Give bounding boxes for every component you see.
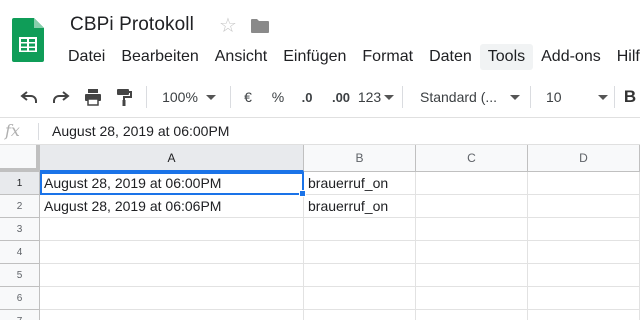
increase-decimal-button[interactable]: .00	[326, 76, 356, 118]
menu-add-ons[interactable]: Add-ons	[533, 44, 609, 70]
menu-format[interactable]: Format	[354, 44, 421, 70]
print-icon[interactable]	[80, 76, 106, 118]
menu-tools[interactable]: Tools	[479, 44, 534, 70]
percent-format-button[interactable]: %	[268, 76, 288, 118]
cell[interactable]	[304, 310, 416, 320]
toolbar-divider	[230, 86, 231, 108]
document-title[interactable]: CBPi Protokoll	[70, 14, 194, 36]
star-icon[interactable]: ☆	[219, 15, 237, 37]
menu-ansicht[interactable]: Ansicht	[207, 44, 275, 70]
cell[interactable]	[304, 264, 416, 287]
row-header-2[interactable]: 2	[0, 195, 40, 218]
cell[interactable]	[416, 241, 528, 264]
cell-b1[interactable]: brauerruf_on	[304, 172, 416, 195]
menu-bar: Datei Bearbeiten Ansicht Einfügen Format…	[60, 44, 640, 70]
row-header-6[interactable]: 6	[0, 287, 40, 310]
cell[interactable]	[40, 287, 304, 310]
undo-icon[interactable]	[16, 76, 42, 118]
toolbar-divider	[146, 86, 147, 108]
formula-bar: fx August 28, 2019 at 06:00PM	[0, 118, 640, 145]
cell[interactable]	[40, 264, 304, 287]
cell[interactable]	[40, 218, 304, 241]
row-header-5[interactable]: 5	[0, 264, 40, 287]
menu-einfuegen[interactable]: Einfügen	[275, 44, 354, 70]
toolbar-divider	[402, 86, 403, 108]
cell[interactable]	[40, 241, 304, 264]
cell-d2[interactable]	[528, 195, 640, 218]
fill-handle[interactable]	[299, 190, 306, 197]
cell[interactable]	[416, 310, 528, 320]
redo-icon[interactable]	[48, 76, 74, 118]
toolbar: 100% € % .0 .00 123 Standard (... 10 B	[0, 76, 640, 118]
cell[interactable]	[416, 287, 528, 310]
cell[interactable]	[528, 264, 640, 287]
currency-format-button[interactable]: €	[238, 76, 258, 118]
fx-icon: fx	[5, 121, 20, 140]
menu-bearbeiten[interactable]: Bearbeiten	[113, 44, 206, 70]
cell[interactable]	[416, 264, 528, 287]
cell[interactable]	[528, 287, 640, 310]
cell[interactable]	[304, 218, 416, 241]
font-family-select[interactable]: Standard (...	[412, 76, 524, 118]
cell[interactable]	[40, 310, 304, 320]
select-all-corner[interactable]	[0, 145, 40, 172]
more-formats-button[interactable]: 123	[358, 76, 395, 118]
cell[interactable]	[528, 218, 640, 241]
row-header-1[interactable]: 1	[0, 172, 40, 195]
cell-b2[interactable]: brauerruf_on	[304, 195, 416, 218]
font-size-select[interactable]: 10	[538, 76, 608, 118]
toolbar-divider	[530, 86, 531, 108]
chevron-down-icon	[598, 94, 608, 100]
chevron-down-icon	[510, 94, 520, 100]
menu-hilfe[interactable]: Hilfe	[609, 44, 640, 70]
cell[interactable]	[528, 310, 640, 320]
toolbar-divider	[614, 86, 615, 108]
chevron-down-icon	[384, 94, 395, 100]
column-header-d[interactable]: D	[528, 145, 640, 172]
column-header-b[interactable]: B	[304, 145, 416, 172]
cell-d1[interactable]	[528, 172, 640, 195]
folder-icon[interactable]	[250, 18, 270, 34]
cell[interactable]	[528, 241, 640, 264]
cell[interactable]	[304, 287, 416, 310]
cell-c1[interactable]	[416, 172, 528, 195]
spreadsheet-grid: A B C D 1 2 3 4 5 6 7 August 28, 2019 at…	[0, 145, 640, 320]
chevron-down-icon	[205, 94, 216, 100]
formula-input[interactable]: August 28, 2019 at 06:00PM	[52, 123, 229, 139]
menu-datei[interactable]: Datei	[60, 44, 113, 70]
zoom-value: 100%	[162, 89, 198, 105]
decrease-decimal-button[interactable]: .0	[294, 76, 320, 118]
formula-divider	[38, 123, 39, 140]
cell-c2[interactable]	[416, 195, 528, 218]
menu-daten[interactable]: Daten	[421, 44, 480, 70]
cell[interactable]	[304, 241, 416, 264]
row-header-3[interactable]: 3	[0, 218, 40, 241]
cell-a2[interactable]: August 28, 2019 at 06:06PM	[40, 195, 304, 218]
row-header-7[interactable]: 7	[0, 310, 40, 320]
column-header-c[interactable]: C	[416, 145, 528, 172]
zoom-select[interactable]: 100%	[156, 76, 222, 118]
row-header-4[interactable]: 4	[0, 241, 40, 264]
cell[interactable]	[416, 218, 528, 241]
bold-button[interactable]: B	[620, 76, 640, 118]
paint-format-icon[interactable]	[112, 76, 136, 118]
google-sheets-logo[interactable]	[12, 18, 44, 62]
cell-a1[interactable]: August 28, 2019 at 06:00PM	[40, 172, 304, 195]
column-header-a[interactable]: A	[40, 145, 304, 172]
